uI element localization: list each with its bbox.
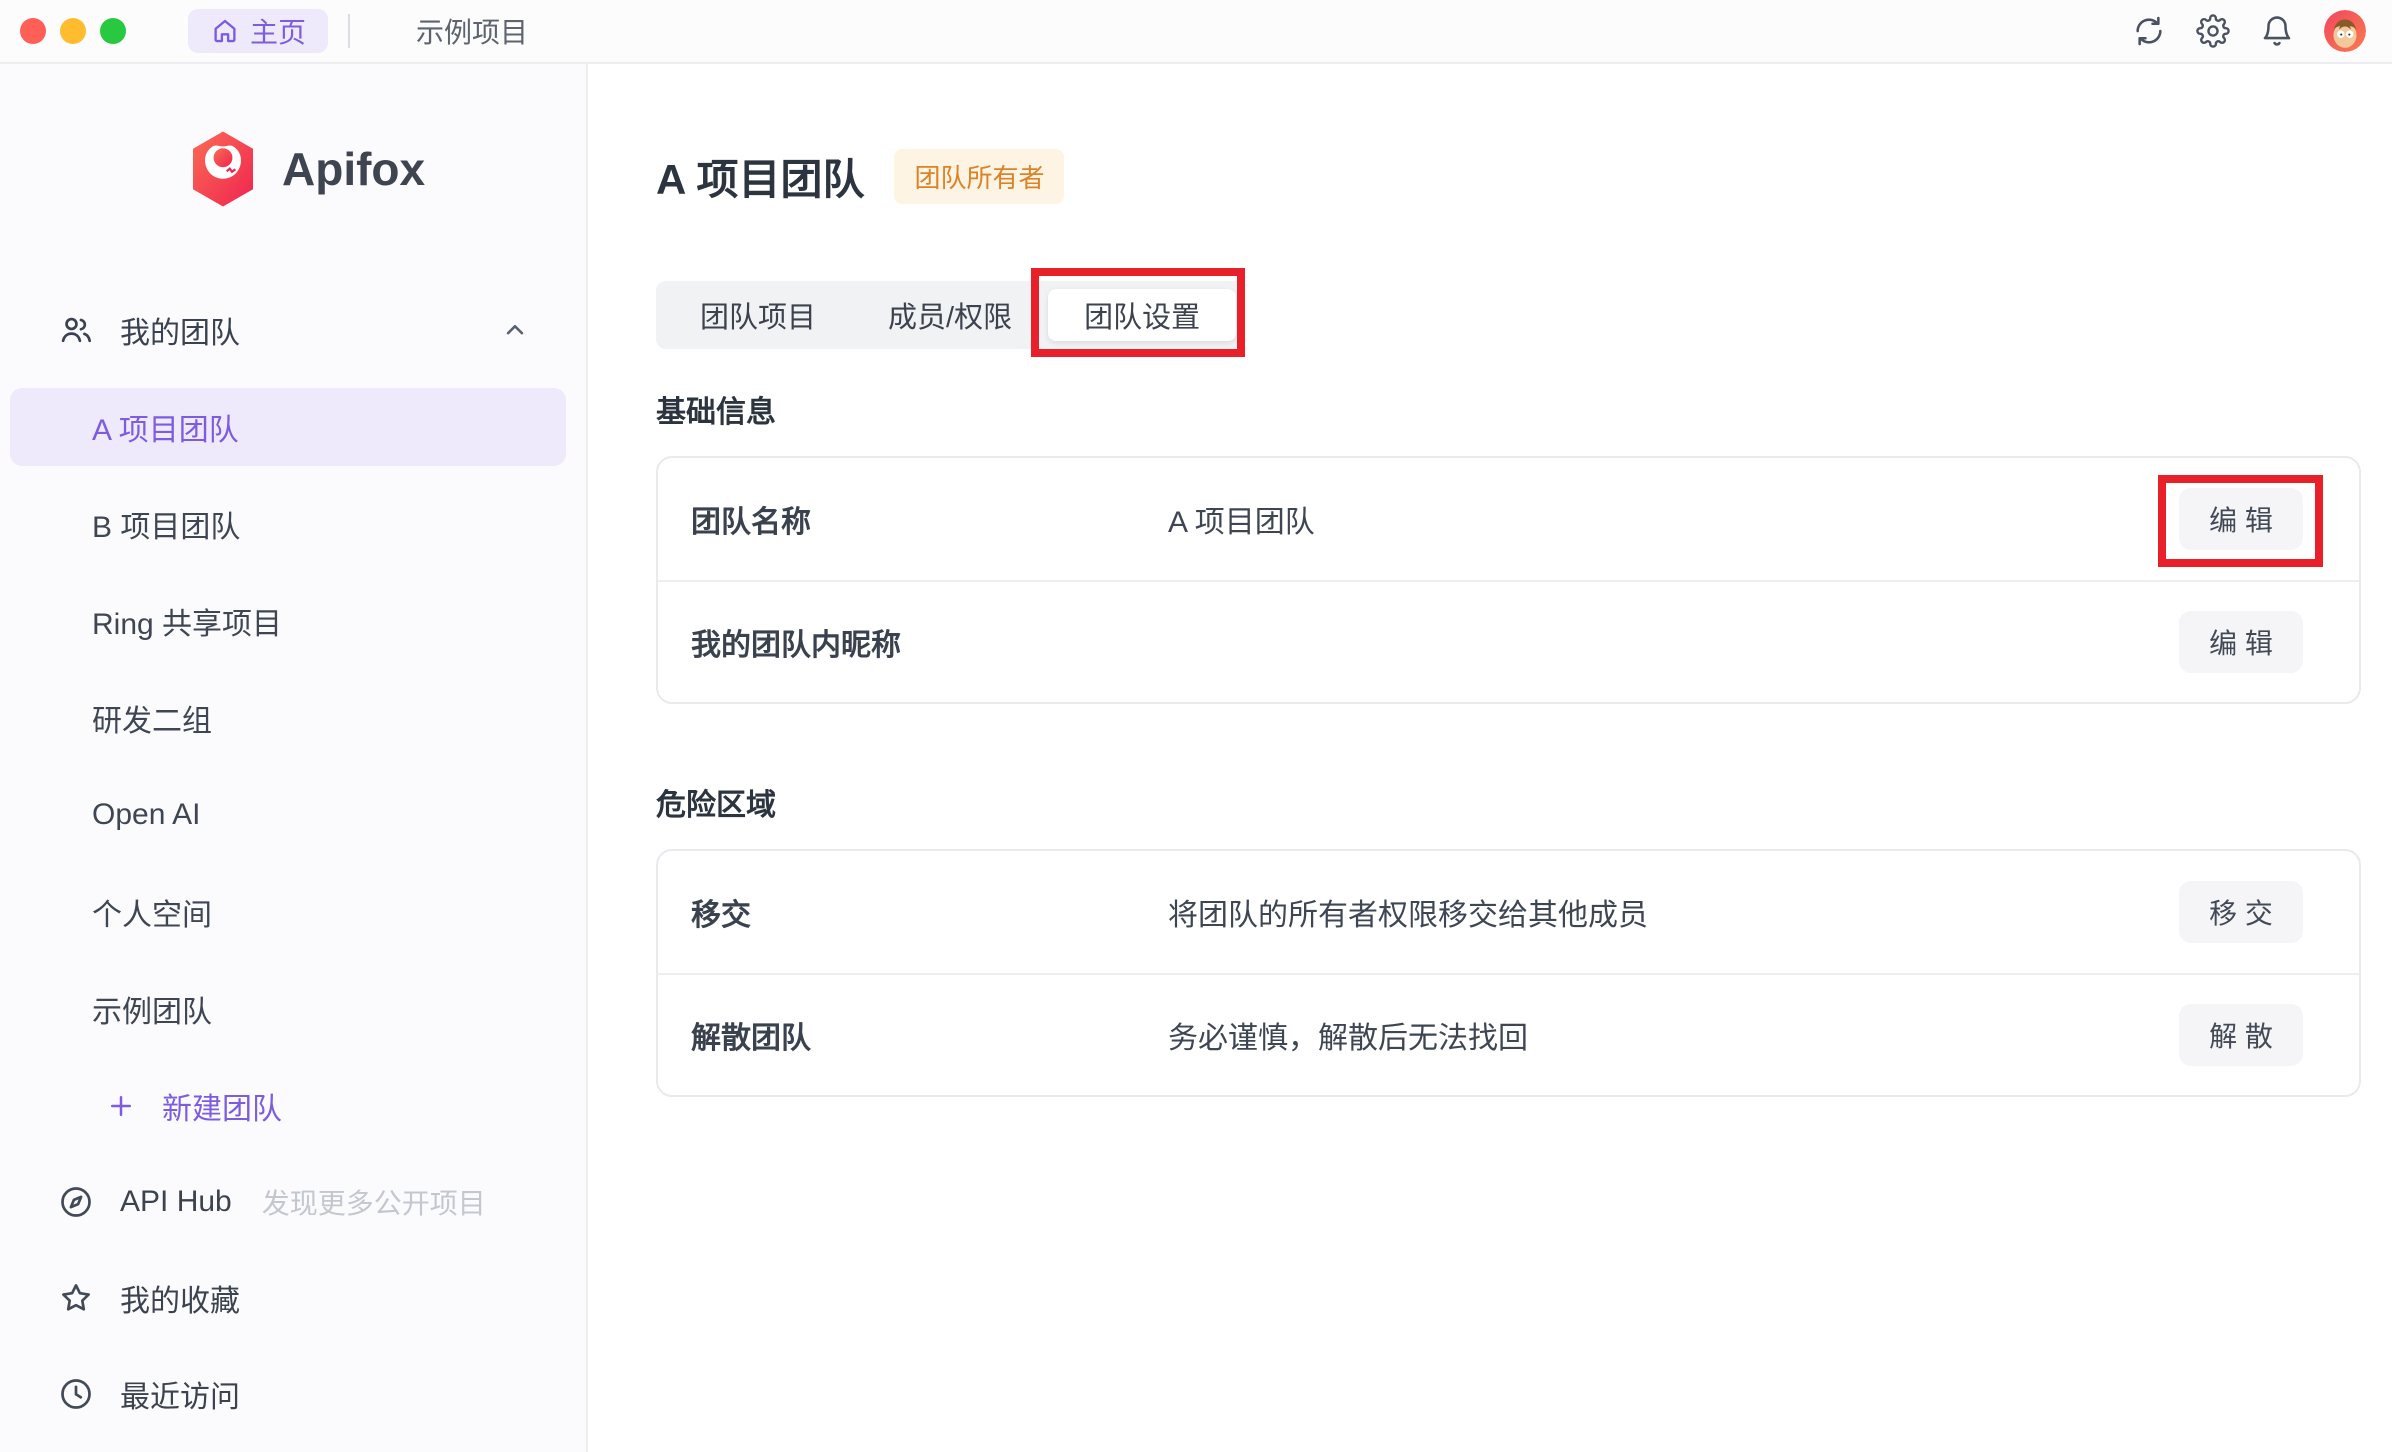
notifications-bell-icon[interactable] — [2260, 14, 2294, 48]
close-window-button[interactable] — [20, 18, 46, 44]
team-list: A 项目团队 B 项目团队 Ring 共享项目 研发二组 Open AI 个人空… — [0, 388, 586, 1145]
my-teams-label: 我的团队 — [120, 308, 240, 352]
sidebar-item-team-a[interactable]: A 项目团队 — [10, 388, 566, 466]
page-title: A 项目团队 — [656, 146, 864, 207]
dissolve-team-button[interactable]: 解 散 — [2179, 1004, 2303, 1066]
sidebar-item-rd-group2[interactable]: 研发二组 — [10, 679, 566, 757]
sidebar-item-open-ai[interactable]: Open AI — [10, 776, 566, 854]
team-owner-badge: 团队所有者 — [894, 149, 1064, 204]
section-title-danger-zone: 危险区域 — [656, 780, 2392, 824]
row-transfer: 移交 将团队的所有者权限移交给其他成员 移 交 — [658, 851, 2359, 973]
new-team-label: 新建团队 — [162, 1084, 282, 1128]
transfer-ownership-button[interactable]: 移 交 — [2179, 881, 2303, 943]
row-nickname: 我的团队内昵称 编 辑 — [658, 580, 2359, 702]
section-title-basic-info: 基础信息 — [656, 387, 2392, 431]
api-hub-label: API Hub — [120, 1185, 232, 1219]
row-desc-dissolve: 务必谨慎，解散后无法找回 — [1168, 1013, 2179, 1057]
brand-name: Apifox — [282, 142, 425, 196]
row-label-transfer: 移交 — [691, 890, 1168, 934]
team-item-label: A 项目团队 — [92, 405, 239, 449]
star-icon — [58, 1280, 94, 1316]
sidebar-item-sample-team[interactable]: 示例团队 — [10, 970, 566, 1048]
home-button[interactable]: 主页 — [188, 9, 328, 53]
sidebar: Apifox 我的团队 A 项目团队 B 项目团队 Ring 共享项目 研发二组… — [0, 64, 588, 1452]
recent-label: 最近访问 — [120, 1372, 240, 1416]
brand-logo: Apifox — [186, 130, 586, 208]
compass-icon — [58, 1184, 94, 1220]
home-button-label: 主页 — [250, 11, 306, 51]
settings-gear-icon[interactable] — [2196, 14, 2230, 48]
main-content: A 项目团队 团队所有者 团队项目 成员/权限 团队设置 基础信息 团队名称 A… — [590, 64, 2392, 1452]
apifox-logo-icon — [186, 130, 260, 208]
tab-team-settings[interactable]: 团队设置 — [1048, 289, 1236, 341]
sidebar-item-ring-shared[interactable]: Ring 共享项目 — [10, 582, 566, 660]
team-item-label: 个人空间 — [92, 890, 212, 934]
sidebar-item-favorites[interactable]: 我的收藏 — [0, 1259, 586, 1337]
edit-nickname-button[interactable]: 编 辑 — [2179, 611, 2303, 673]
plus-icon — [106, 1091, 136, 1121]
api-hub-hint: 发现更多公开项目 — [262, 1182, 486, 1222]
row-desc-transfer: 将团队的所有者权限移交给其他成员 — [1168, 890, 2179, 934]
sync-icon[interactable] — [2132, 14, 2166, 48]
row-label-dissolve: 解散团队 — [691, 1013, 1168, 1057]
sidebar-item-personal-space[interactable]: 个人空间 — [10, 873, 566, 951]
team-item-label: 研发二组 — [92, 696, 212, 740]
clock-icon — [58, 1376, 94, 1412]
home-icon — [210, 16, 240, 46]
favorites-label: 我的收藏 — [120, 1276, 240, 1320]
minimize-window-button[interactable] — [60, 18, 86, 44]
my-teams-header[interactable]: 我的团队 — [58, 300, 530, 360]
row-label-nickname: 我的团队内昵称 — [691, 620, 1168, 664]
titlebar-divider — [348, 14, 350, 48]
danger-zone-card: 移交 将团队的所有者权限移交给其他成员 移 交 解散团队 务必谨慎，解散后无法找… — [656, 849, 2361, 1097]
team-tabs: 团队项目 成员/权限 团队设置 — [656, 281, 1244, 349]
new-team-button[interactable]: 新建团队 — [10, 1067, 566, 1145]
row-team-name: 团队名称 A 项目团队 编 辑 — [658, 458, 2359, 580]
row-value-team-name: A 项目团队 — [1168, 497, 2179, 541]
basic-info-card: 团队名称 A 项目团队 编 辑 我的团队内昵称 编 辑 — [656, 456, 2361, 704]
row-dissolve: 解散团队 务必谨慎，解散后无法找回 解 散 — [658, 973, 2359, 1095]
user-avatar[interactable] — [2324, 10, 2366, 52]
team-item-label: Open AI — [92, 798, 200, 832]
team-item-label: B 项目团队 — [92, 502, 240, 546]
maximize-window-button[interactable] — [100, 18, 126, 44]
window-controls — [20, 18, 126, 44]
sidebar-item-recent[interactable]: 最近访问 — [0, 1355, 586, 1433]
project-tab-label[interactable]: 示例项目 — [416, 11, 528, 51]
chevron-up-icon[interactable] — [500, 315, 530, 345]
tab-members-permissions[interactable]: 成员/权限 — [852, 289, 1048, 341]
titlebar: 主页 示例项目 — [0, 0, 2392, 64]
sidebar-item-api-hub[interactable]: API Hub 发现更多公开项目 — [0, 1163, 586, 1241]
tab-team-projects[interactable]: 团队项目 — [664, 289, 852, 341]
sidebar-item-team-b[interactable]: B 项目团队 — [10, 485, 566, 563]
team-item-label: 示例团队 — [92, 987, 212, 1031]
users-icon — [58, 312, 94, 348]
row-label-team-name: 团队名称 — [691, 497, 1168, 541]
edit-team-name-button[interactable]: 编 辑 — [2179, 488, 2303, 550]
team-item-label: Ring 共享项目 — [92, 599, 282, 643]
avatar-image — [2324, 10, 2366, 52]
